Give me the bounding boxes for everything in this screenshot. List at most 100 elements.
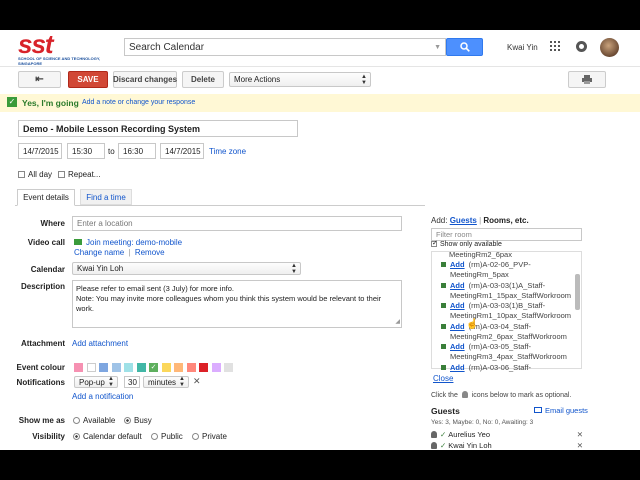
rsvp-note-link[interactable]: Add a note or change your response: [82, 99, 195, 106]
close-link[interactable]: Close: [433, 374, 453, 383]
email-guests-link[interactable]: Email guests: [534, 406, 588, 415]
add-room-link[interactable]: Add: [450, 363, 465, 372]
colour-swatch[interactable]: [174, 363, 183, 372]
colour-swatch[interactable]: [161, 363, 171, 372]
colour-swatch[interactable]: [74, 363, 83, 372]
notification-unit-select[interactable]: minutes ▲ ▼: [143, 376, 189, 388]
colour-swatch[interactable]: [199, 363, 208, 372]
logo[interactable]: sst SCHOOL OF SCIENCE AND TECHNOLOGY, SI…: [18, 31, 102, 66]
print-button[interactable]: [568, 71, 606, 88]
search-input[interactable]: Search Calendar ▼: [124, 38, 446, 56]
discard-changes-button[interactable]: Discard changes: [113, 71, 177, 88]
to-label: to: [108, 147, 115, 156]
mouse-cursor-icon: ☝: [466, 319, 479, 330]
save-button[interactable]: SAVE: [68, 71, 108, 88]
search-icon: [459, 42, 470, 52]
calendar-select[interactable]: Kwai Yin Loh ▲ ▼: [72, 262, 301, 275]
description-textarea[interactable]: Please refer to email sent (3 July) for …: [72, 280, 402, 328]
dropdown-arrow-icon[interactable]: ▼: [434, 44, 441, 51]
remove-link[interactable]: Remove: [135, 248, 165, 257]
add-room-link[interactable]: Add: [450, 342, 465, 351]
room-available-icon: [441, 262, 446, 267]
user-name[interactable]: Kwai Yin: [507, 43, 538, 52]
end-time-input[interactable]: 16:30: [118, 143, 156, 159]
accepted-check-icon: ✓: [440, 430, 447, 439]
remove-guest-icon[interactable]: ✕: [577, 441, 583, 450]
notifications-label: Notifications: [16, 378, 65, 387]
rsvp-status[interactable]: Yes, I'm going: [22, 98, 79, 108]
colour-swatch[interactable]: [99, 363, 108, 372]
colour-swatch[interactable]: [224, 363, 233, 372]
rsvp-bar: ✓ Yes, I'm going Add a note or change yo…: [0, 94, 640, 112]
colour-swatch[interactable]: [136, 363, 146, 372]
event-title-input[interactable]: Demo - Mobile Lesson Recording System: [18, 120, 298, 137]
remove-notification-icon[interactable]: ✕: [193, 376, 201, 387]
room-list-item[interactable]: Add (rm)A-03-04_Staff- MeetingRm2_6pax_Sta…: [441, 322, 567, 342]
available-radio[interactable]: Available: [73, 416, 115, 425]
end-date-input[interactable]: 14/7/2015: [160, 143, 204, 159]
add-room-link[interactable]: Add: [450, 260, 465, 269]
where-input[interactable]: Enter a location: [72, 216, 402, 231]
colour-swatch[interactable]: [111, 363, 121, 372]
video-call-link[interactable]: Join meeting: demo-mobile: [74, 238, 182, 247]
printer-icon: [582, 75, 592, 84]
filter-room-input[interactable]: Filter room: [431, 228, 582, 241]
room-name-line1: (rm)A-02-06_PVP-: [468, 260, 531, 269]
visibility-public-radio[interactable]: Public: [151, 432, 183, 441]
room-list-item[interactable]: Add (rm)A-02-06_PVP- MeetingRm_5pax: [441, 260, 531, 280]
check-icon: ✓: [7, 97, 17, 107]
visibility-default-radio[interactable]: Calendar default: [73, 432, 142, 441]
notification-type-select[interactable]: Pop-up ▲ ▼: [74, 376, 118, 388]
search-button[interactable]: [446, 38, 483, 56]
add-attachment-link[interactable]: Add attachment: [72, 339, 128, 348]
room-list-item[interactable]: Add (rm)A-03-03(1)B_Staff- MeetingRm1_10pa…: [441, 301, 571, 321]
colour-swatch[interactable]: [86, 363, 96, 372]
person-icon[interactable]: [431, 431, 437, 438]
notification-amount-input[interactable]: 30: [124, 376, 140, 388]
start-date-input[interactable]: 14/7/2015: [18, 143, 62, 159]
room-available-icon: [441, 344, 446, 349]
add-room-link[interactable]: Add: [450, 322, 465, 331]
start-time-input[interactable]: 15:30: [67, 143, 105, 159]
header-divider: [0, 66, 640, 67]
notifications-icon[interactable]: [576, 41, 587, 52]
colour-swatch[interactable]: ✓: [149, 363, 158, 372]
person-icon[interactable]: [431, 442, 437, 449]
repeat-checkbox[interactable]: Repeat...: [58, 170, 100, 179]
show-available-checkbox[interactable]: ✓ Show only available: [431, 240, 502, 248]
logo-subtext: SCHOOL OF SCIENCE AND TECHNOLOGY, SINGAP…: [18, 56, 101, 66]
room-name-line1: MeetingRm2_6pax: [449, 250, 512, 259]
add-room-link[interactable]: Add: [450, 301, 465, 310]
avatar[interactable]: [600, 38, 619, 57]
colour-swatch[interactable]: [186, 363, 196, 372]
rooms-tab[interactable]: Rooms, etc.: [483, 216, 528, 225]
add-room-link[interactable]: Add: [450, 281, 465, 290]
colour-swatch[interactable]: [124, 363, 133, 372]
back-button[interactable]: ⇤: [18, 71, 61, 88]
guests-tab-link[interactable]: Guests: [450, 216, 477, 225]
room-name-line2: MeetingRm3_4pax_StaffWorkroom: [450, 352, 567, 361]
room-list-item[interactable]: Add (rm)A-03-05_Staff- MeetingRm3_4pax_Sta…: [441, 342, 567, 362]
colour-swatch[interactable]: [211, 363, 221, 372]
apps-grid-icon[interactable]: [550, 41, 560, 51]
room-list-item[interactable]: Add (rm)A-03-03(1)A_Staff- MeetingRm1_15pa…: [441, 281, 571, 301]
busy-radio[interactable]: Busy: [124, 416, 152, 425]
visibility-private-radio[interactable]: Private: [192, 432, 227, 441]
delete-button[interactable]: Delete: [182, 71, 224, 88]
tab-event-details[interactable]: Event details: [17, 189, 75, 206]
room-available-icon: [441, 364, 446, 370]
room-list-item[interactable]: Add (rm)A-03-06_Staff-: [441, 363, 531, 373]
add-rooms-header: Add: Guests | Rooms, etc.: [431, 216, 529, 225]
email-icon: [534, 407, 542, 413]
change-name-link[interactable]: Change name: [74, 248, 124, 257]
add-notification-link[interactable]: Add a notification: [72, 392, 133, 401]
room-list-scrollbar[interactable]: [575, 274, 580, 310]
room-name-line2: MeetingRm_5pax: [450, 270, 509, 279]
video-call-label: Video call: [27, 238, 65, 247]
more-actions-select[interactable]: More Actions ▲ ▼: [229, 72, 371, 87]
time-zone-link[interactable]: Time zone: [209, 147, 246, 156]
all-day-checkbox[interactable]: All day: [18, 170, 52, 179]
tab-find-a-time[interactable]: Find a time: [80, 189, 132, 205]
remove-guest-icon[interactable]: ✕: [577, 430, 583, 439]
resize-handle-icon[interactable]: ◢: [395, 317, 400, 327]
